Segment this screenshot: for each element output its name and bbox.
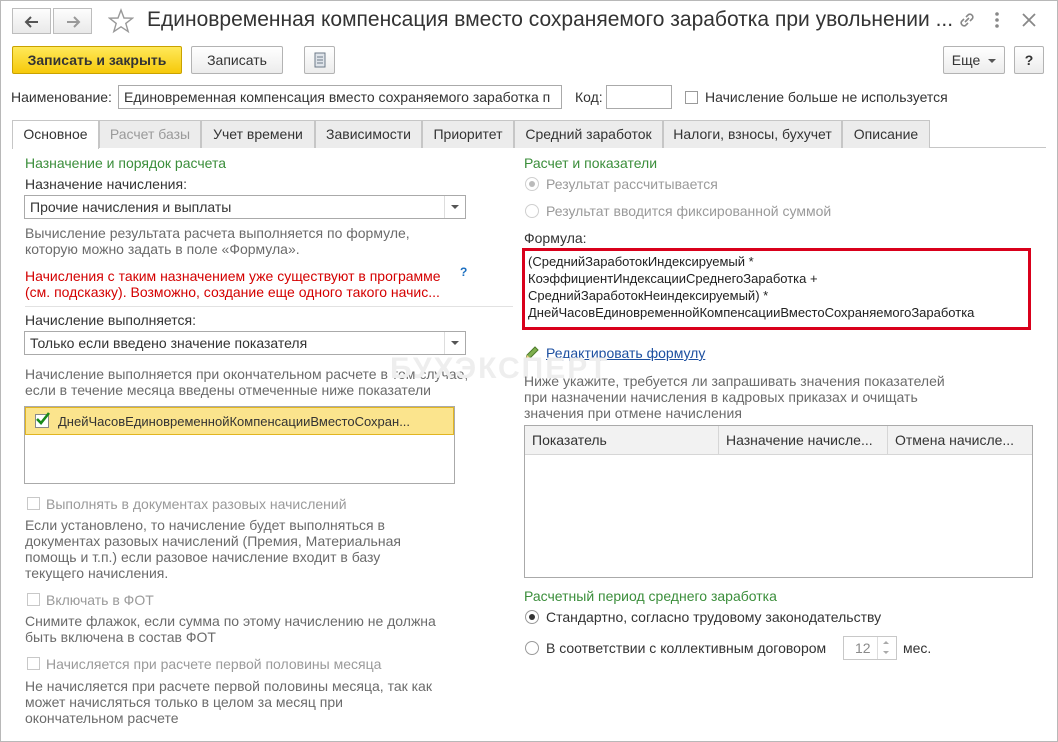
tab-priority[interactable]: Приоритет	[422, 120, 514, 148]
tab-time-accounting[interactable]: Учет времени	[201, 120, 315, 148]
period-title: Расчетный период среднего заработка	[524, 588, 777, 604]
back-button[interactable]	[12, 8, 51, 34]
period-collective-label: В соответствии с коллективным договором	[546, 640, 827, 656]
first-half-hint: Не начисляется при расчете первой полови…	[25, 678, 432, 726]
months-value: 12	[855, 640, 871, 656]
tab-dependencies[interactable]: Зависимости	[315, 120, 422, 148]
chevron-down-icon	[988, 59, 997, 64]
save-button[interactable]: Записать	[191, 46, 283, 74]
tab-main[interactable]: Основное	[12, 120, 99, 149]
more-vertical-icon[interactable]	[991, 10, 1003, 30]
period-collective-radio[interactable]	[525, 641, 539, 655]
document-list-icon	[314, 52, 325, 68]
page-title: Единовременная компенсация вместо сохран…	[147, 8, 954, 31]
code-label: Код:	[575, 89, 603, 105]
result-calculated-radio[interactable]	[525, 177, 539, 191]
warning-line-1: Начисления с таким назначением уже сущес…	[25, 268, 441, 284]
link-icon[interactable]	[957, 10, 977, 30]
fot-checkbox[interactable]	[27, 593, 40, 606]
forward-button[interactable]	[53, 8, 92, 34]
chevron-down-icon	[444, 196, 465, 218]
save-and-close-button[interactable]: Записать и закрыть	[12, 46, 182, 74]
months-stepper[interactable]: 12	[843, 636, 897, 660]
purpose-value: Прочие начисления и выплаты	[30, 199, 232, 215]
tab-taxes[interactable]: Налоги, взносы, бухучет	[663, 120, 842, 148]
first-half-label: Начисляется при расчете первой половины …	[46, 656, 382, 672]
formula-field[interactable]: (СреднийЗаработокИндексируемый * Коэффиц…	[522, 248, 1031, 330]
more-label: Еще	[951, 52, 981, 68]
purpose-label: Назначение начисления:	[25, 176, 187, 192]
performed-label: Начисление выполняется:	[25, 312, 196, 328]
one-time-hint: Если установлено, то начисление будет вы…	[25, 517, 401, 581]
chevron-down-icon	[444, 332, 465, 354]
period-standard-label: Стандартно, согласно трудовому законодат…	[546, 609, 882, 625]
result-fixed-radio[interactable]	[525, 204, 539, 218]
report-button[interactable]	[304, 46, 335, 74]
one-time-checkbox[interactable]	[27, 497, 40, 510]
left-section-title: Назначение и порядок расчета	[25, 155, 227, 171]
code-input[interactable]	[606, 85, 672, 109]
fot-label: Включать в ФОТ	[46, 592, 154, 608]
fot-hint: Снимите флажок, если сумма по этому начи…	[25, 613, 436, 645]
name-input[interactable]: Единовременная компенсация вместо сохран…	[118, 85, 562, 109]
table-header: Показатель Назначение начисле... Отмена …	[525, 426, 1032, 455]
close-icon[interactable]	[1020, 11, 1038, 29]
column-assign[interactable]: Назначение начисле...	[719, 426, 888, 454]
column-cancel[interactable]: Отмена начисле...	[888, 426, 1032, 454]
purpose-hint: Вычисление результата расчета выполняетс…	[25, 225, 410, 257]
tab-description[interactable]: Описание	[842, 120, 930, 148]
result-fixed-label: Результат вводится фиксированной суммой	[546, 203, 832, 219]
chevron-up-icon[interactable]	[883, 641, 889, 644]
more-menu-button[interactable]: Еще	[943, 46, 1005, 74]
months-unit: мес.	[903, 640, 932, 656]
tab-average-earnings[interactable]: Средний заработок	[514, 120, 663, 148]
arrow-right-icon	[66, 16, 80, 28]
indicators-hint: Ниже укажите, требуется ли запрашивать з…	[524, 373, 945, 421]
tab-base-calc[interactable]: Расчет базы	[99, 120, 201, 148]
arrow-left-icon	[24, 16, 38, 28]
warning-help-icon[interactable]: ?	[460, 265, 467, 279]
list-item[interactable]: ДнейЧасовЕдиновременнойКомпенсацииВместо…	[25, 407, 454, 435]
one-time-label: Выполнять в документах разовых начислени…	[46, 496, 347, 512]
indicators-table[interactable]: Показатель Назначение начисле... Отмена …	[524, 425, 1033, 578]
indicator-checkbox[interactable]	[35, 412, 51, 428]
warning-line-2: (см. подсказку). Возможно, создание еще …	[25, 284, 440, 300]
performed-value: Только если введено значение показателя	[30, 335, 308, 351]
left-separator	[25, 306, 513, 307]
right-section-title: Расчет и показатели	[524, 155, 658, 171]
result-calculated-label: Результат рассчитывается	[546, 176, 718, 192]
period-standard-radio[interactable]	[525, 610, 539, 624]
checkmark-icon	[36, 412, 51, 425]
indicators-list[interactable]: ДнейЧасовЕдиновременнойКомпенсацииВместо…	[24, 406, 455, 484]
help-button[interactable]: ?	[1014, 46, 1044, 74]
unused-checkbox[interactable]	[685, 91, 698, 104]
first-half-checkbox[interactable]	[27, 657, 40, 670]
formula-label: Формула:	[524, 230, 587, 246]
star-icon[interactable]	[108, 8, 134, 34]
name-label: Наименование:	[11, 89, 112, 105]
purpose-select[interactable]: Прочие начисления и выплаты	[24, 195, 466, 219]
unused-label: Начисление больше не используется	[705, 89, 948, 105]
column-indicator[interactable]: Показатель	[525, 426, 719, 454]
stepper-arrows[interactable]	[877, 637, 896, 659]
chevron-down-icon[interactable]	[883, 651, 889, 654]
indicator-name: ДнейЧасовЕдиновременнойКомпенсацииВместо…	[58, 414, 411, 429]
